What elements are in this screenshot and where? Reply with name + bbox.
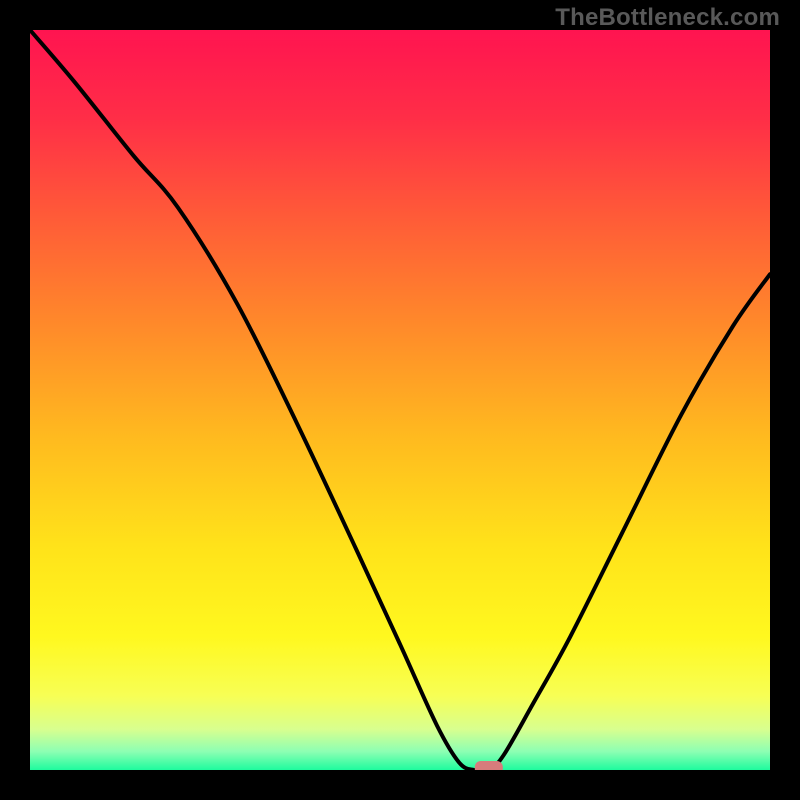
watermark-text: TheBottleneck.com xyxy=(555,4,780,32)
chart-frame: TheBottleneck.com xyxy=(0,0,800,800)
chart-svg xyxy=(30,30,770,770)
plot-area xyxy=(30,30,770,770)
optimal-marker xyxy=(475,761,503,770)
gradient-background xyxy=(30,30,770,770)
